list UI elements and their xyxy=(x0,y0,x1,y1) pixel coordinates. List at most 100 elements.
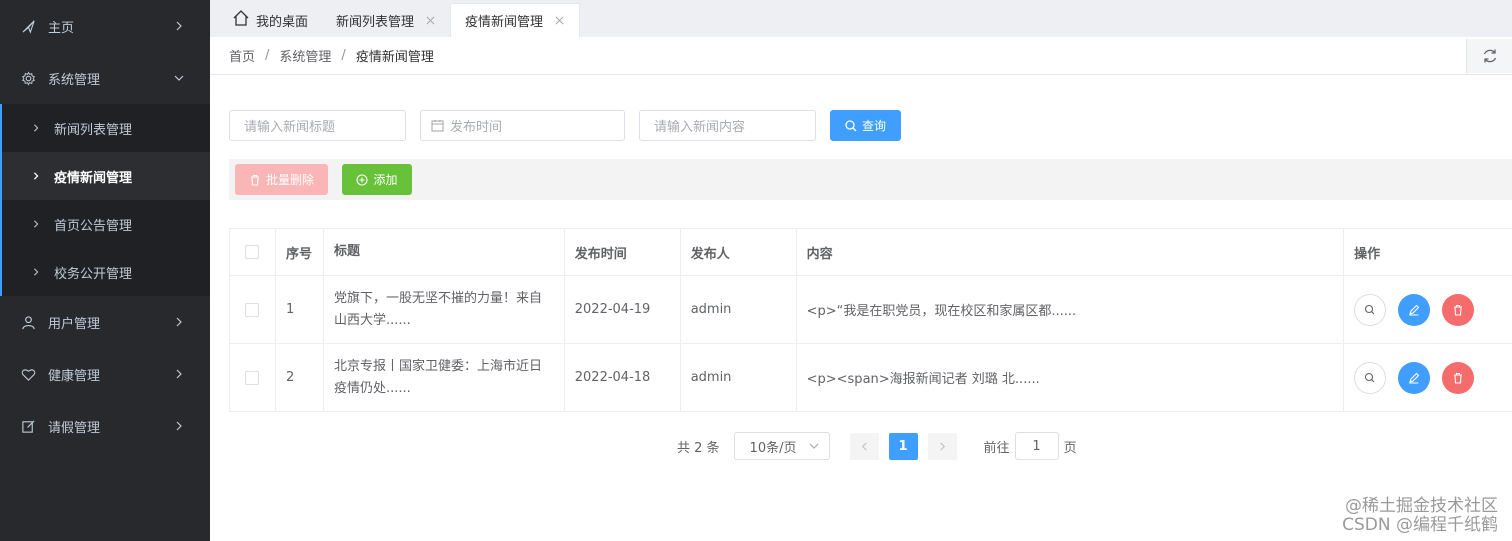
sidebar-item-label: 主页 xyxy=(48,20,75,36)
breadcrumb-home[interactable]: 首页 xyxy=(229,46,255,65)
row-checkbox-cell xyxy=(230,276,276,344)
chevron-right-icon xyxy=(32,172,42,180)
sidebar-subitem-label: 首页公告管理 xyxy=(54,218,133,234)
table-row: 2 北京专报丨国家卫健委：上海市近日疫情仍处...... 2022-04-18 … xyxy=(230,344,1512,412)
row-checkbox[interactable] xyxy=(245,370,260,385)
edit-icon xyxy=(20,418,36,434)
page-size-select[interactable]: 10条/页 xyxy=(733,432,830,460)
search-icon xyxy=(845,119,857,131)
content-search-input[interactable]: 请输入新闻内容 xyxy=(639,110,816,141)
row-checkbox[interactable] xyxy=(245,302,260,317)
tab-label: 新闻列表管理 xyxy=(336,14,415,30)
publish-time-placeholder: 发布时间 xyxy=(450,120,503,135)
publish-time-picker[interactable]: 发布时间 xyxy=(420,110,625,141)
watermark-line: CSDN @编程千纸鹤 xyxy=(1342,515,1498,535)
row-index: 2 xyxy=(275,344,324,412)
row-title: 北京专报丨国家卫健委：上海市近日疫情仍处...... xyxy=(323,344,565,412)
sidebar-subitem-news-list[interactable]: 新闻列表管理 xyxy=(2,104,210,152)
breadcrumb-separator: / xyxy=(341,48,346,63)
total-count: 共 2 条 xyxy=(677,440,720,456)
pagination: 共 2 条 10条/页 1 前往 1 页 xyxy=(677,432,1077,460)
calendar-icon xyxy=(431,119,444,132)
goto-page-input[interactable]: 1 xyxy=(1014,432,1059,460)
edit-button[interactable] xyxy=(1398,293,1431,326)
header-checkbox-cell xyxy=(230,229,276,276)
search-icon xyxy=(1365,304,1375,314)
row-actions xyxy=(1344,344,1512,412)
select-all-checkbox[interactable] xyxy=(245,245,260,259)
batch-delete-label: 批量删除 xyxy=(265,173,314,187)
tab-news-list[interactable]: 新闻列表管理 xyxy=(322,3,450,37)
refresh-button[interactable] xyxy=(1466,39,1512,73)
user-icon xyxy=(20,314,36,330)
view-button[interactable] xyxy=(1354,361,1387,394)
row-content: <p><span>海报新闻记者 刘璐 北...... xyxy=(796,344,1345,412)
heart-icon xyxy=(20,366,36,382)
title-search-input[interactable]: 请输入新闻标题 xyxy=(229,110,406,141)
breadcrumb-separator: / xyxy=(265,48,270,63)
chevron-down-icon xyxy=(174,52,184,104)
close-icon[interactable] xyxy=(424,14,436,26)
delete-button[interactable] xyxy=(1442,361,1475,394)
sidebar-item-home[interactable]: 主页 xyxy=(0,0,210,52)
breadcrumb-current: 疫情新闻管理 xyxy=(355,50,434,65)
header-publisher: 发布人 xyxy=(680,229,797,276)
sidebar-item-health[interactable]: 健康管理 xyxy=(0,348,210,400)
chevron-down-icon xyxy=(809,443,818,449)
table-row: 1 党旗下，一股无坚不摧的力量！来自山西大学...... 2022-04-19 … xyxy=(230,276,1512,344)
search-icon xyxy=(1365,372,1375,382)
header-actions: 操作 xyxy=(1344,229,1512,276)
header-index: 序号 xyxy=(275,229,324,276)
sidebar-item-label: 健康管理 xyxy=(48,368,101,384)
breadcrumb: 首页 / 系统管理 / 疫情新闻管理 xyxy=(210,37,1512,75)
chevron-right-icon xyxy=(939,441,945,451)
header-title: 标题 xyxy=(323,229,565,276)
next-page-button[interactable] xyxy=(927,432,957,460)
sidebar-subitem-notice[interactable]: 首页公告管理 xyxy=(2,200,210,248)
query-button[interactable]: 查询 xyxy=(830,110,901,141)
row-actions xyxy=(1344,276,1512,344)
watermark: @稀土掘金技术社区 CSDN @编程千纸鹤 xyxy=(1342,497,1498,535)
watermark-line: @稀土掘金技术社区 xyxy=(1345,496,1498,516)
sidebar-subitem-label: 校务公开管理 xyxy=(54,266,133,282)
edit-button[interactable] xyxy=(1398,361,1431,394)
tab-label: 我的桌面 xyxy=(256,14,309,30)
send-icon xyxy=(20,18,36,34)
sidebar-subitem-epidemic-news[interactable]: 疫情新闻管理 xyxy=(2,152,210,200)
tab-epidemic-news[interactable]: 疫情新闻管理 xyxy=(450,3,581,37)
tab-bar: 我的桌面 新闻列表管理 疫情新闻管理 xyxy=(210,0,1512,37)
row-time: 2022-04-19 xyxy=(564,276,681,344)
sidebar-subitem-label: 疫情新闻管理 xyxy=(54,170,133,186)
tab-desktop[interactable]: 我的桌面 xyxy=(218,3,322,37)
sidebar-subitem-school-affairs[interactable]: 校务公开管理 xyxy=(2,248,210,296)
breadcrumb-system[interactable]: 系统管理 xyxy=(279,46,331,65)
content-search-placeholder: 请输入新闻内容 xyxy=(654,120,746,135)
sidebar-item-users[interactable]: 用户管理 xyxy=(0,296,210,348)
sidebar-submenu: 新闻列表管理 疫情新闻管理 首页公告管理 校务公开管理 xyxy=(0,104,210,296)
add-button-label: 添加 xyxy=(373,173,398,187)
add-button[interactable]: 添加 xyxy=(342,164,412,195)
page-size-value: 10条/页 xyxy=(749,440,797,456)
refresh-icon xyxy=(1483,49,1496,63)
sidebar-item-leave[interactable]: 请假管理 xyxy=(0,400,210,452)
sidebar-item-label: 用户管理 xyxy=(48,316,101,332)
tab-label: 疫情新闻管理 xyxy=(465,15,544,30)
pencil-icon xyxy=(1409,304,1420,316)
row-index: 1 xyxy=(275,276,324,344)
sidebar-item-system[interactable]: 系统管理 xyxy=(0,52,210,104)
chevron-right-icon xyxy=(32,124,42,132)
view-button[interactable] xyxy=(1354,293,1387,326)
delete-button[interactable] xyxy=(1442,293,1475,326)
chevron-right-icon xyxy=(32,220,42,228)
prev-page-button[interactable] xyxy=(849,432,879,460)
header-time: 发布时间 xyxy=(564,229,681,276)
batch-delete-button[interactable]: 批量删除 xyxy=(235,164,328,195)
table-header-row: 序号 标题 发布时间 发布人 内容 操作 xyxy=(230,229,1512,276)
action-toolbar: 批量删除 添加 xyxy=(229,159,1512,200)
sidebar-item-label: 系统管理 xyxy=(48,72,101,88)
trash-icon xyxy=(1454,372,1463,384)
page-number-current[interactable]: 1 xyxy=(888,432,918,460)
plus-circle-icon xyxy=(356,173,369,186)
chevron-right-icon xyxy=(174,296,184,348)
close-icon[interactable] xyxy=(553,15,565,27)
